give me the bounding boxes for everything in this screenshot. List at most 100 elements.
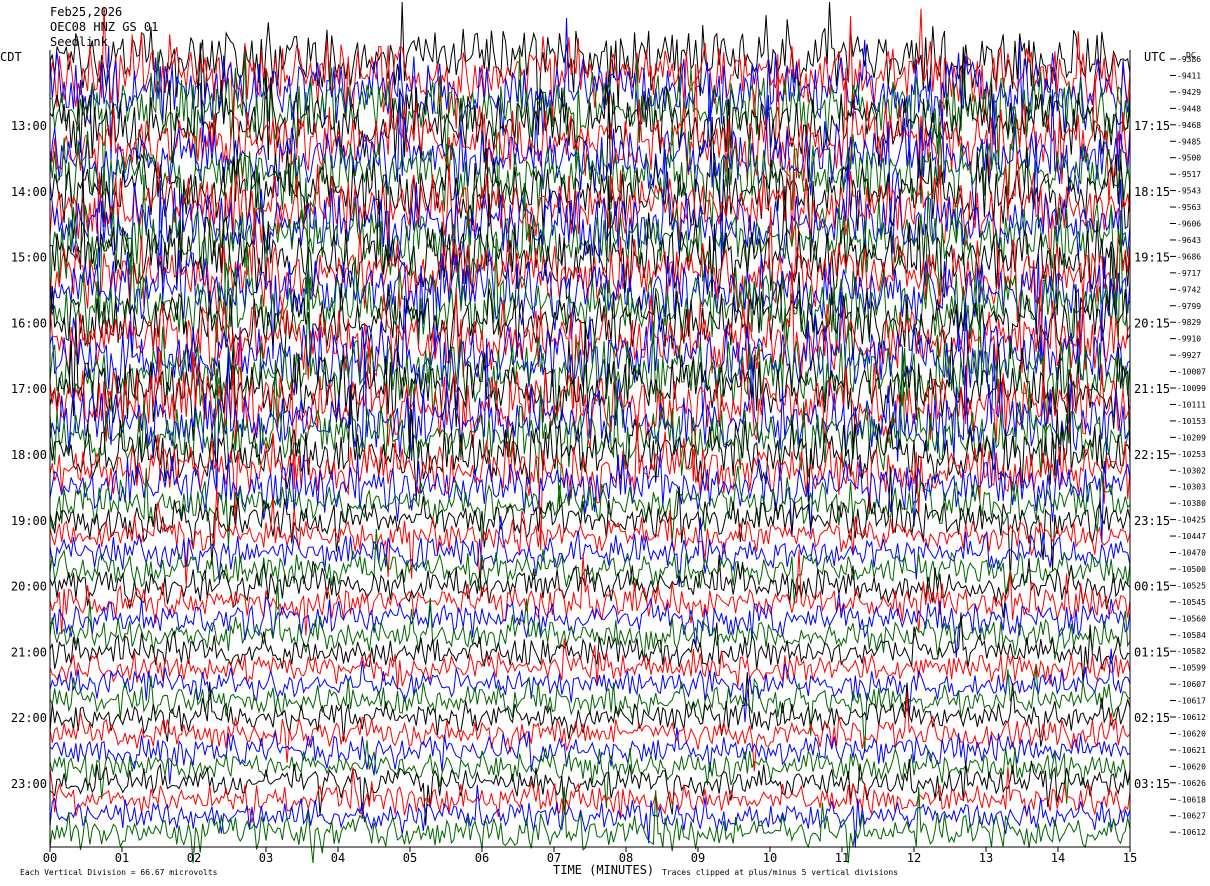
dc-offset-label: -9386 [1177, 55, 1201, 64]
right-hour-label: 01:15 [1134, 645, 1170, 659]
seismogram-chart: Feb25,2026 OEC08 HNZ GS 01 Seedlink CDT … [0, 1, 1206, 877]
dc-offset-label: -10627 [1177, 812, 1206, 821]
dc-offset-label: -10607 [1177, 680, 1206, 689]
dc-offset-label: -10612 [1177, 828, 1206, 837]
right-hour-label: 20:15 [1134, 316, 1170, 330]
trace-row-8 [49, 95, 1131, 267]
dc-offset-label: -10545 [1177, 598, 1206, 607]
dc-offset-label: -10500 [1177, 565, 1206, 574]
dc-offset-label: -10617 [1177, 697, 1206, 706]
x-tick-label: 02 [187, 851, 201, 865]
right-hour-label: 19:15 [1134, 251, 1170, 265]
dc-offset-label: -10612 [1177, 713, 1206, 722]
dc-offset-label: -10380 [1177, 499, 1206, 508]
trace-row-40 [49, 672, 1131, 747]
x-tick-label: 09 [691, 851, 705, 865]
dc-offset-label: -9910 [1177, 335, 1201, 344]
dc-offset-labels: -9386 -9411 -9429 -9448 -9468 -9485 -9500 -9517… [1170, 55, 1206, 837]
dc-offset-label: -9429 [1177, 88, 1201, 97]
dc-offset-label: -10599 [1177, 664, 1206, 673]
left-hour-label: 20:00 [11, 580, 47, 594]
x-tick-label: 04 [331, 851, 345, 865]
right-hour-label: 03:15 [1134, 777, 1170, 791]
dc-offset-label: -10620 [1177, 729, 1206, 738]
trace-row-31 [49, 528, 1131, 605]
left-hour-label: 13:00 [11, 119, 47, 133]
right-hour-labels: 17:15 18:15 19:15 20:15 21:15 22:15 23:15 00:15… [1134, 119, 1170, 791]
right-hour-label: 23:15 [1134, 514, 1170, 528]
trace-row-41 [49, 693, 1131, 772]
x-axis-label: TIME (MINUTES) [553, 863, 654, 877]
dc-offset-label: -9563 [1177, 203, 1201, 212]
trace-row-30 [49, 515, 1131, 587]
dc-offset-label: -10302 [1177, 466, 1206, 475]
dc-offset-label: -9717 [1177, 269, 1201, 278]
left-hour-labels: 13:00 14:00 15:00 16:00 17:00 18:00 19:00 20:00… [11, 119, 47, 791]
dc-offset-label: -10621 [1177, 746, 1206, 755]
dc-offset-label: -10620 [1177, 762, 1206, 771]
left-timezone-label: CDT [0, 50, 22, 64]
right-hour-label: 17:15 [1134, 119, 1170, 133]
dc-offset-label: -10153 [1177, 417, 1206, 426]
x-tick-label: 05 [403, 851, 417, 865]
left-hour-label: 22:00 [11, 711, 47, 725]
dc-offset-label: -9799 [1177, 302, 1201, 311]
dc-offset-label: -9485 [1177, 137, 1201, 146]
x-tick-label: 06 [475, 851, 489, 865]
dc-offset-label: -10111 [1177, 400, 1206, 409]
dc-offset-label: -9606 [1177, 220, 1201, 229]
x-tick-label: 10 [763, 851, 777, 865]
dc-offset-label: -9742 [1177, 285, 1201, 294]
dc-offset-label: -10425 [1177, 516, 1206, 525]
dc-offset-label: -9927 [1177, 351, 1201, 360]
right-hour-label: 21:15 [1134, 382, 1170, 396]
dc-offset-label: -9468 [1177, 121, 1201, 130]
dc-offset-label: -10099 [1177, 384, 1206, 393]
right-hour-label: 02:15 [1134, 711, 1170, 725]
dc-offset-label: -9686 [1177, 252, 1201, 261]
clip-note: Traces clipped at plus/minus 5 vertical … [662, 868, 898, 877]
x-tick-label: 12 [907, 851, 921, 865]
source-label: Seedlink [50, 35, 109, 49]
dc-offset-label: -9448 [1177, 104, 1201, 113]
left-hour-label: 18:00 [11, 448, 47, 462]
left-hour-label: 16:00 [11, 316, 47, 330]
dc-offset-label: -9829 [1177, 318, 1201, 327]
x-tick-label: 01 [115, 851, 129, 865]
dc-offset-label: -10447 [1177, 532, 1206, 541]
left-hour-label: 19:00 [11, 514, 47, 528]
x-tick-label: 00 [43, 851, 57, 865]
dc-offset-label: -10253 [1177, 450, 1206, 459]
dc-offset-label: -10560 [1177, 614, 1206, 623]
left-hour-label: 14:00 [11, 185, 47, 199]
dc-offset-label: -10584 [1177, 631, 1206, 640]
x-tick-label: 15 [1123, 851, 1137, 865]
dc-offset-label: -10582 [1177, 647, 1206, 656]
x-tick-label: 14 [1051, 851, 1065, 865]
dc-offset-label: -9500 [1177, 154, 1201, 163]
x-tick-label: 13 [979, 851, 993, 865]
chart-date: Feb25,2026 [50, 5, 122, 19]
dc-offset-label: -10525 [1177, 581, 1206, 590]
dc-offset-label: -9543 [1177, 187, 1201, 196]
dc-offset-label: -9411 [1177, 71, 1201, 80]
left-hour-label: 21:00 [11, 645, 47, 659]
dc-offset-label: -10618 [1177, 795, 1206, 804]
trace-row-43 [49, 740, 1131, 809]
left-hour-label: 23:00 [11, 777, 47, 791]
right-hour-label: 18:15 [1134, 185, 1170, 199]
dc-offset-label: -10209 [1177, 433, 1206, 442]
dc-offset-label: -10626 [1177, 779, 1206, 788]
trace-row-45 [49, 766, 1131, 823]
left-hour-label: 17:00 [11, 382, 47, 396]
trace-row-42 [49, 727, 1131, 785]
dc-offset-label: -9517 [1177, 170, 1201, 179]
right-hour-label: 22:15 [1134, 448, 1170, 462]
dc-offset-label: -10007 [1177, 368, 1206, 377]
trace-group [49, 1, 1131, 864]
left-hour-label: 15:00 [11, 251, 47, 265]
trace-row-47 [49, 786, 1131, 864]
trace-row-46 [49, 784, 1131, 848]
x-tick-label: 03 [259, 851, 273, 865]
right-timezone-label: UTC [1144, 50, 1166, 64]
